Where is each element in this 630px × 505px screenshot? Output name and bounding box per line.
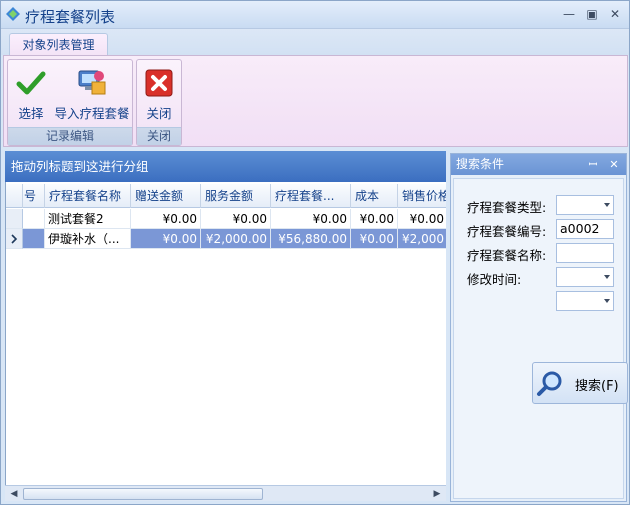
cell-service-amount: ¥0.00 [201,209,271,229]
select-button-label: 选择 [18,106,44,121]
app-logo-icon [6,7,20,21]
modified-time-end-dropdown[interactable] [556,291,614,311]
column-header-package-price[interactable]: 疗程套餐... [271,184,351,208]
cell-cost: ¥0.00 [351,229,398,249]
main-window: 疗程套餐列表 — ▣ ✕ 对象列表管理 选择 导入疗程套餐 记录编辑 关闭 关闭… [0,0,630,505]
scroll-left-arrow-icon[interactable]: ◀ [7,487,21,501]
column-header-sale-price[interactable]: 销售价格 [398,184,446,208]
label-package-name: 疗程套餐名称: [467,248,547,263]
cell-package-price: ¥0.00 [271,209,351,229]
title-bar: 疗程套餐列表 — ▣ ✕ [1,1,629,29]
window-title: 疗程套餐列表 [25,8,116,26]
cell-package-name: 测试套餐2 [45,209,131,229]
search-button-label: 搜索(F) [575,379,619,394]
cell-package-price: ¥56,880.00 [271,229,351,249]
column-header-number[interactable]: 号 [23,184,45,208]
package-number-input[interactable]: a0002 [556,219,614,239]
cell-gift-amount: ¥0.00 [131,209,201,229]
pin-icon[interactable]: ꟷ [585,154,601,175]
column-header-gift-amount[interactable]: 赠送金额 [131,184,201,208]
search-panel-body: 疗程套餐类型: 疗程套餐编号: a0002 疗程套餐名称: 修改时间: 搜索(F… [453,178,628,499]
column-header-cost[interactable]: 成本 [351,184,398,208]
row-indicator[interactable] [6,229,23,249]
import-package-icon [78,70,106,95]
column-header-package-name[interactable]: 疗程套餐名称 [45,184,131,208]
package-grid: 号 疗程套餐名称 赠送金额 服务金额 疗程套餐... 成本 销售价格 测试套餐2… [5,182,446,485]
grid-header-row: 号 疗程套餐名称 赠送金额 服务金额 疗程套餐... 成本 销售价格 [6,184,446,208]
grid-indicator-header [6,184,23,208]
scrollbar-thumb[interactable] [23,488,263,500]
cell-number [23,209,45,229]
cell-package-name: 伊璇补水（... [45,229,131,249]
search-button[interactable]: 搜索(F) [532,362,628,404]
select-button[interactable]: 选择 [10,63,52,125]
current-row-arrow-icon [11,234,18,244]
package-name-input[interactable] [556,243,614,263]
cell-sale-price: ¥0.00 [398,209,446,229]
checkmark-icon [16,71,46,95]
ribbon-group-close: 关闭 关闭 [136,59,182,146]
maximize-button[interactable]: ▣ [581,5,603,23]
chevron-down-icon [604,203,610,207]
group-label-close: 关闭 [137,127,181,145]
label-package-type: 疗程套餐类型: [467,200,547,215]
cell-sale-price: ¥2,000 [398,229,446,249]
label-package-number: 疗程套餐编号: [467,224,547,239]
table-row[interactable]: 伊璇补水（... ¥0.00 ¥2,000.00 ¥56,880.00 ¥0.0… [6,229,446,249]
modified-time-start-dropdown[interactable] [556,267,614,287]
close-button-label: 关闭 [146,106,172,121]
package-type-dropdown[interactable] [556,195,614,215]
group-by-area[interactable]: 拖动列标题到这进行分组 [5,151,446,182]
group-label-record-edit: 记录编辑 [8,127,132,145]
cell-number [23,229,45,249]
close-button[interactable]: 关闭 [139,63,179,125]
chevron-down-icon [604,275,610,279]
panel-close-icon[interactable]: ✕ [606,154,622,175]
close-window-button[interactable]: ✕ [604,5,626,23]
horizontal-scrollbar[interactable]: ◀ ▶ [5,485,446,501]
row-indicator[interactable] [6,209,23,229]
magnifier-icon [537,371,562,396]
close-x-icon [145,69,173,97]
label-modified-time: 修改时间: [467,272,522,287]
cell-gift-amount: ¥0.00 [131,229,201,249]
ribbon-panel: 选择 导入疗程套餐 记录编辑 关闭 关闭 [3,55,628,147]
cell-cost: ¥0.00 [351,209,398,229]
ribbon-group-record-edit: 选择 导入疗程套餐 记录编辑 [7,59,133,146]
minimize-button[interactable]: — [558,5,580,23]
column-header-service-amount[interactable]: 服务金额 [201,184,271,208]
cell-service-amount: ¥2,000.00 [201,229,271,249]
scroll-right-arrow-icon[interactable]: ▶ [430,487,444,501]
search-panel: 搜索条件 ꟷ ✕ 疗程套餐类型: 疗程套餐编号: a0002 疗程套餐名称: 修… [450,153,628,502]
import-package-label: 导入疗程套餐 [54,106,130,121]
import-package-button[interactable]: 导入疗程套餐 [52,63,132,125]
chevron-down-icon [604,299,610,303]
ribbon-tab-bar: 对象列表管理 [1,29,629,56]
tab-object-list-management[interactable]: 对象列表管理 [9,33,108,56]
table-row[interactable]: 测试套餐2 ¥0.00 ¥0.00 ¥0.00 ¥0.00 ¥0.00 [6,209,446,229]
